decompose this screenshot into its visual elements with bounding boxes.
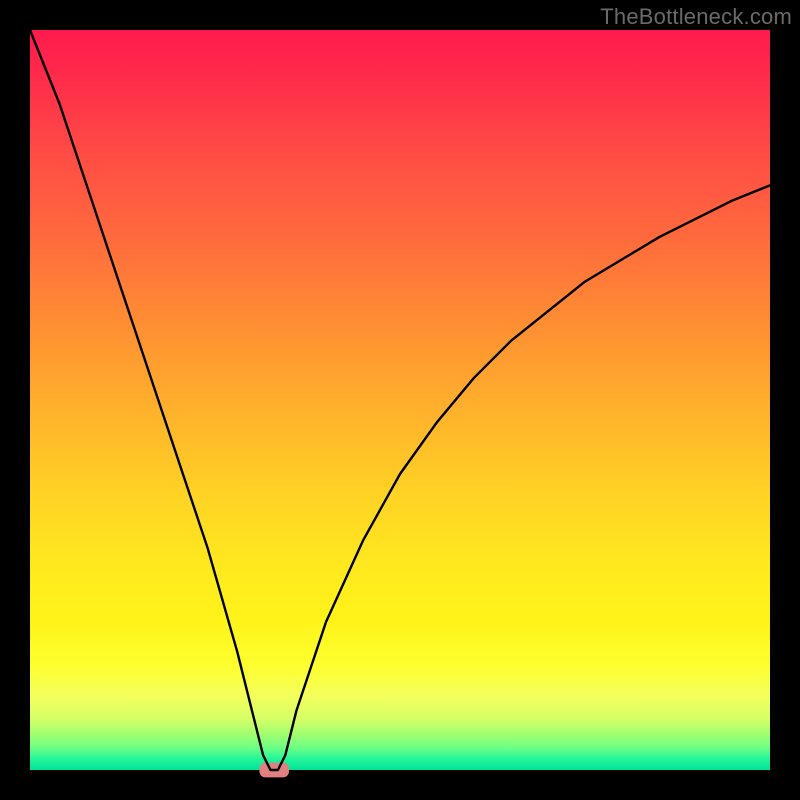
bottleneck-curve — [30, 30, 770, 770]
plot-area — [30, 30, 770, 770]
chart-frame: TheBottleneck.com — [0, 0, 800, 800]
curve-layer — [30, 30, 770, 770]
watermark-text: TheBottleneck.com — [600, 4, 792, 30]
